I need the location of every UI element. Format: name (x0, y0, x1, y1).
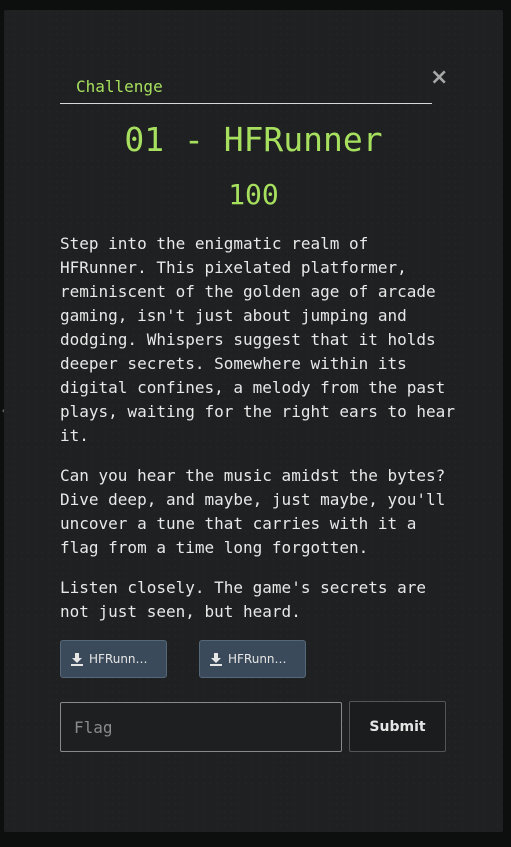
file-download-button[interactable]: HFRunner... (199, 640, 306, 678)
file-name: HFRunner... (228, 652, 292, 666)
description-paragraph: Can you hear the music amidst the bytes?… (60, 466, 446, 557)
description-paragraph: Step into the enigmatic realm of HFRunne… (60, 234, 455, 445)
challenge-modal: Challenge × 01 - HFRunner 100 Step into … (4, 10, 503, 832)
challenge-points: 100 (228, 178, 279, 211)
file-download-button[interactable]: HFRunner... (60, 640, 167, 678)
description-paragraph: Listen closely. The game's secrets are n… (60, 578, 427, 621)
modal-tab-bar: Challenge (60, 74, 432, 104)
download-icon (71, 652, 83, 666)
download-icon (210, 652, 222, 666)
flag-input[interactable] (60, 702, 342, 752)
close-icon[interactable]: × (430, 67, 448, 89)
tab-challenge[interactable]: Challenge (76, 77, 163, 97)
challenge-title: 01 - HFRunner (124, 120, 383, 159)
file-name: HFRunner... (89, 652, 153, 666)
challenge-description: Step into the enigmatic realm of HFRunne… (60, 232, 460, 640)
submit-button[interactable]: Submit (349, 701, 446, 752)
backdrop-edge-mark: ‹ (0, 402, 8, 420)
